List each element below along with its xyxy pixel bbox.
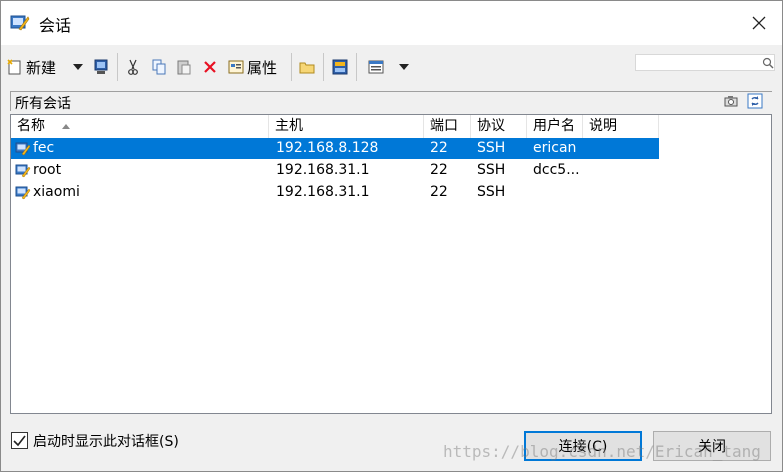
row-protocol: SSH: [477, 140, 506, 156]
search-input[interactable]: [635, 54, 775, 71]
row-name: xiaomi: [33, 184, 80, 200]
watermark: https://blog.csdn.net/Erican_tang: [443, 442, 761, 461]
session-icon: [15, 164, 31, 178]
table-row[interactable]: fec 192.168.8.128 22 SSH erican: [11, 138, 659, 159]
toolbar-separator: [356, 53, 357, 81]
column-header-username[interactable]: 用户名: [527, 115, 583, 138]
view-button[interactable]: [367, 55, 385, 79]
copy-icon: [152, 59, 166, 75]
table-row[interactable]: root 192.168.31.1 22 SSH dcc5...: [11, 160, 659, 181]
row-username: erican: [533, 140, 577, 156]
row-username: dcc5...: [533, 162, 580, 178]
row-host: 192.168.8.128: [276, 140, 379, 156]
row-name: fec: [33, 140, 55, 156]
app-icon: [10, 15, 30, 31]
section-header: 所有会话: [10, 91, 772, 112]
search-icon[interactable]: [762, 57, 774, 69]
paste-button[interactable]: [175, 55, 193, 79]
settings-icon: [332, 59, 348, 75]
sort-asc-icon: [62, 124, 71, 129]
column-header-description[interactable]: 说明: [583, 115, 659, 138]
properties-label: 属性: [247, 58, 278, 77]
camera-icon[interactable]: [723, 93, 739, 109]
row-host: 192.168.31.1: [276, 162, 370, 178]
window-close-button[interactable]: [736, 1, 782, 45]
session-icon: [15, 142, 31, 156]
row-port: 22: [430, 140, 448, 156]
scissors-icon: [128, 59, 138, 75]
column-header-name[interactable]: 名称: [11, 115, 269, 138]
session-icon: [15, 186, 31, 200]
new-folder-button[interactable]: [298, 55, 316, 79]
properties-icon: [228, 60, 244, 74]
new-session-icon: [7, 59, 21, 75]
row-protocol: SSH: [477, 184, 506, 200]
session-list[interactable]: 名称 主机 端口 协议 用户名 说明 fec 192.168.8.128 22 …: [10, 114, 772, 414]
row-port: 22: [430, 162, 448, 178]
delete-button[interactable]: [202, 55, 218, 79]
chevron-down-icon: [399, 64, 409, 70]
folder-icon: [299, 62, 315, 74]
chevron-down-icon: [73, 64, 83, 70]
paste-icon: [177, 60, 191, 75]
column-header-protocol[interactable]: 协议: [471, 115, 527, 138]
toolbar-separator: [323, 53, 324, 81]
row-port: 22: [430, 184, 448, 200]
section-title: 所有会话: [15, 96, 71, 112]
session-settings-button[interactable]: [331, 55, 349, 79]
delete-icon: [204, 61, 216, 73]
properties-button[interactable]: 属性: [227, 55, 277, 79]
row-host: 192.168.31.1: [276, 184, 370, 200]
close-icon: [752, 16, 766, 30]
table-row[interactable]: xiaomi 192.168.31.1 22 SSH: [11, 182, 659, 203]
open-session-button[interactable]: [92, 55, 110, 79]
row-name: root: [33, 162, 62, 178]
row-protocol: SSH: [477, 162, 506, 178]
copy-button[interactable]: [150, 55, 168, 79]
cut-button[interactable]: [125, 55, 141, 79]
title-bar: 会话: [1, 1, 782, 45]
show-on-startup-label[interactable]: 启动时显示此对话框(S): [33, 431, 179, 451]
computer-icon: [94, 59, 108, 74]
show-on-startup-checkbox[interactable]: [11, 432, 28, 449]
column-header-port[interactable]: 端口: [424, 115, 471, 138]
refresh-icon[interactable]: [747, 93, 763, 109]
toolbar-separator: [117, 53, 118, 81]
new-session-button[interactable]: 新建: [6, 55, 56, 79]
toolbar-separator: [291, 53, 292, 81]
new-session-label: 新建: [26, 58, 57, 77]
column-header-host[interactable]: 主机: [269, 115, 424, 138]
window-title: 会话: [39, 16, 72, 35]
view-dropdown-button[interactable]: [397, 55, 411, 79]
checkmark-icon: [13, 435, 26, 447]
list-view-icon: [368, 60, 384, 74]
new-dropdown-button[interactable]: [71, 55, 85, 79]
session-dialog: 会话 新建 属性 所有会话 名称 主机 端口 协议 用户名 说明 fec 192…: [0, 0, 783, 472]
